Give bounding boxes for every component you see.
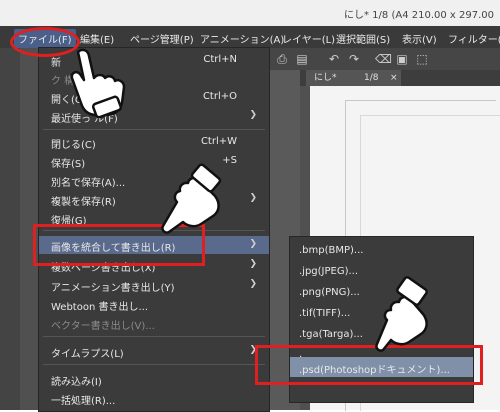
title-bar: にし* 1/8 (A4 210.00 x 297.00	[0, 0, 500, 26]
menu-item-shortcut: Ctrl+O	[202, 91, 237, 102]
menu-item-export-vector[interactable]: ベクター書き出し(V)...	[39, 314, 269, 332]
submenu-item-label: .bmp(BMP)...	[299, 245, 364, 256]
clear-icon[interactable]: ⌫	[375, 52, 392, 66]
menu-item-label: アニメーション書き出し(Y)	[51, 283, 175, 294]
command-bar: ⎙ ▤ ↶ ↷ ⌫ ▣ ⬚	[265, 48, 500, 71]
arrow-right-icon: ❯	[249, 110, 257, 120]
submenu-item-label: .tif(TIFF)...	[299, 308, 351, 319]
submenu-item-label: .png(PNG)...	[299, 287, 360, 298]
menu-animation[interactable]: アニメーション(A)	[200, 31, 284, 46]
menu-item-save-copy[interactable]: 複製を保存(R) ❯	[39, 190, 269, 208]
menu-item-label: 別名で保存(A)...	[51, 178, 126, 189]
menu-page[interactable]: ページ管理(P)	[130, 31, 194, 46]
menu-item-import[interactable]: 読み込み(I)	[39, 370, 269, 388]
menu-item-close[interactable]: 閉じる(C) Ctrl+W	[39, 133, 269, 151]
document-tab[interactable]: にし* 1/8 ×	[306, 70, 401, 86]
menu-item-label: ベクター書き出し(V)...	[51, 321, 155, 332]
submenu-item-label: .tga(Targa)...	[299, 329, 363, 340]
app-window: にし* 1/8 (A4 210.00 x 297.00 ファイル(F) 編集(E…	[0, 0, 500, 412]
menu-item-label: 保存(S)	[51, 159, 86, 170]
menu-item-label: 閉じる(C)	[51, 140, 96, 151]
export-icon[interactable]: ▤	[295, 52, 309, 66]
menu-layer[interactable]: レイヤー(L)	[282, 31, 335, 46]
menu-item-label: タイムラプス(L)	[51, 349, 124, 360]
undo-icon[interactable]: ↶	[327, 52, 341, 66]
arrow-right-icon: ❯	[249, 279, 257, 289]
redo-icon[interactable]: ↷	[347, 52, 361, 66]
menu-separator	[43, 364, 265, 365]
menu-item-label: 読み込み(I)	[51, 377, 102, 388]
menu-item-label: 一括処理(R)...	[51, 396, 116, 407]
fill-icon[interactable]: ▣	[395, 52, 409, 66]
menu-item-label: Webtoon 書き出し...	[51, 302, 149, 313]
transform-icon[interactable]: ⬚	[415, 52, 429, 66]
menu-item-shortcut: Ctrl+N	[203, 54, 237, 65]
pointing-hand-icon	[70, 48, 126, 118]
document-tab-bar: にし* 1/8 ×	[300, 70, 500, 86]
menu-item-timelapse[interactable]: タイムラプス(L) ❯	[39, 342, 269, 360]
menu-item-shortcut: Ctrl+W	[200, 136, 237, 147]
menu-item-save[interactable]: 保存(S) +S	[39, 152, 269, 170]
menu-filter[interactable]: フィルター(I)	[448, 31, 500, 46]
menu-item-export-webtoon[interactable]: Webtoon 書き出し...	[39, 295, 269, 313]
arrow-right-icon: ❯	[249, 239, 257, 249]
menu-item-batch[interactable]: 一括処理(R)...	[39, 389, 269, 407]
window-title: にし* 1/8 (A4 210.00 x 297.00	[344, 10, 494, 21]
arrow-right-icon: ❯	[249, 259, 257, 269]
pointing-hand-icon	[161, 163, 222, 234]
menu-selection[interactable]: 選択範囲(S)	[336, 31, 390, 46]
document-tab-name: にし*	[314, 73, 337, 83]
document-tab-page: 1/8	[364, 73, 379, 83]
menu-item-save-as[interactable]: 別名で保存(A)...	[39, 171, 269, 189]
close-icon[interactable]: ×	[390, 70, 398, 86]
submenu-item-bmp[interactable]: .bmp(BMP)...	[290, 241, 473, 261]
menu-item-label: 複製を保存(R)	[51, 197, 116, 208]
menu-item-export-animation[interactable]: アニメーション書き出し(Y) ❯	[39, 276, 269, 294]
menu-edit[interactable]: 編集(E)	[80, 31, 114, 46]
menu-view[interactable]: 表示(V)	[402, 31, 437, 46]
menu-separator	[43, 336, 265, 337]
menu-separator	[43, 129, 265, 130]
pointing-hand-icon	[375, 276, 428, 352]
submenu-item-label: .jpg(JPEG)...	[299, 266, 359, 277]
print-icon[interactable]: ⎙	[275, 52, 289, 66]
tool-panel	[0, 48, 20, 410]
arrow-right-icon: ❯	[249, 193, 257, 203]
